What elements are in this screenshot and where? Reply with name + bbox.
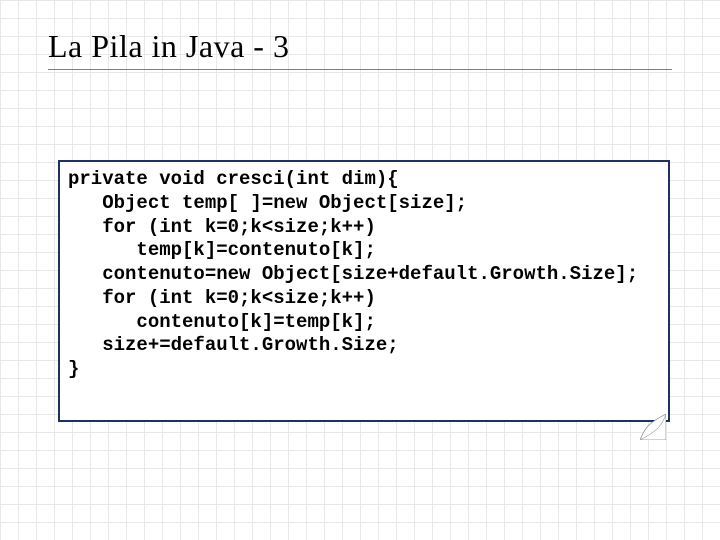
code-line: contenuto[k]=temp[k]; bbox=[68, 311, 376, 333]
code-line: contenuto=new Object[size+default.Growth… bbox=[68, 263, 638, 285]
code-block: private void cresci(int dim){ Object tem… bbox=[68, 168, 660, 382]
title-underline bbox=[48, 69, 672, 70]
code-line: Object temp[ ]=new Object[size]; bbox=[68, 192, 467, 214]
code-box: private void cresci(int dim){ Object tem… bbox=[58, 160, 670, 422]
code-line: size+=default.Growth.Size; bbox=[68, 334, 399, 356]
code-line: for (int k=0;k<size;k++) bbox=[68, 287, 376, 309]
page-curl-icon bbox=[640, 414, 666, 440]
slide: La Pila in Java - 3 private void cresci(… bbox=[0, 0, 720, 540]
slide-title: La Pila in Java - 3 bbox=[48, 28, 680, 65]
code-line: } bbox=[68, 358, 79, 380]
code-line: for (int k=0;k<size;k++) bbox=[68, 216, 376, 238]
code-line: temp[k]=contenuto[k]; bbox=[68, 239, 376, 261]
code-line: private void cresci(int dim){ bbox=[68, 168, 399, 190]
